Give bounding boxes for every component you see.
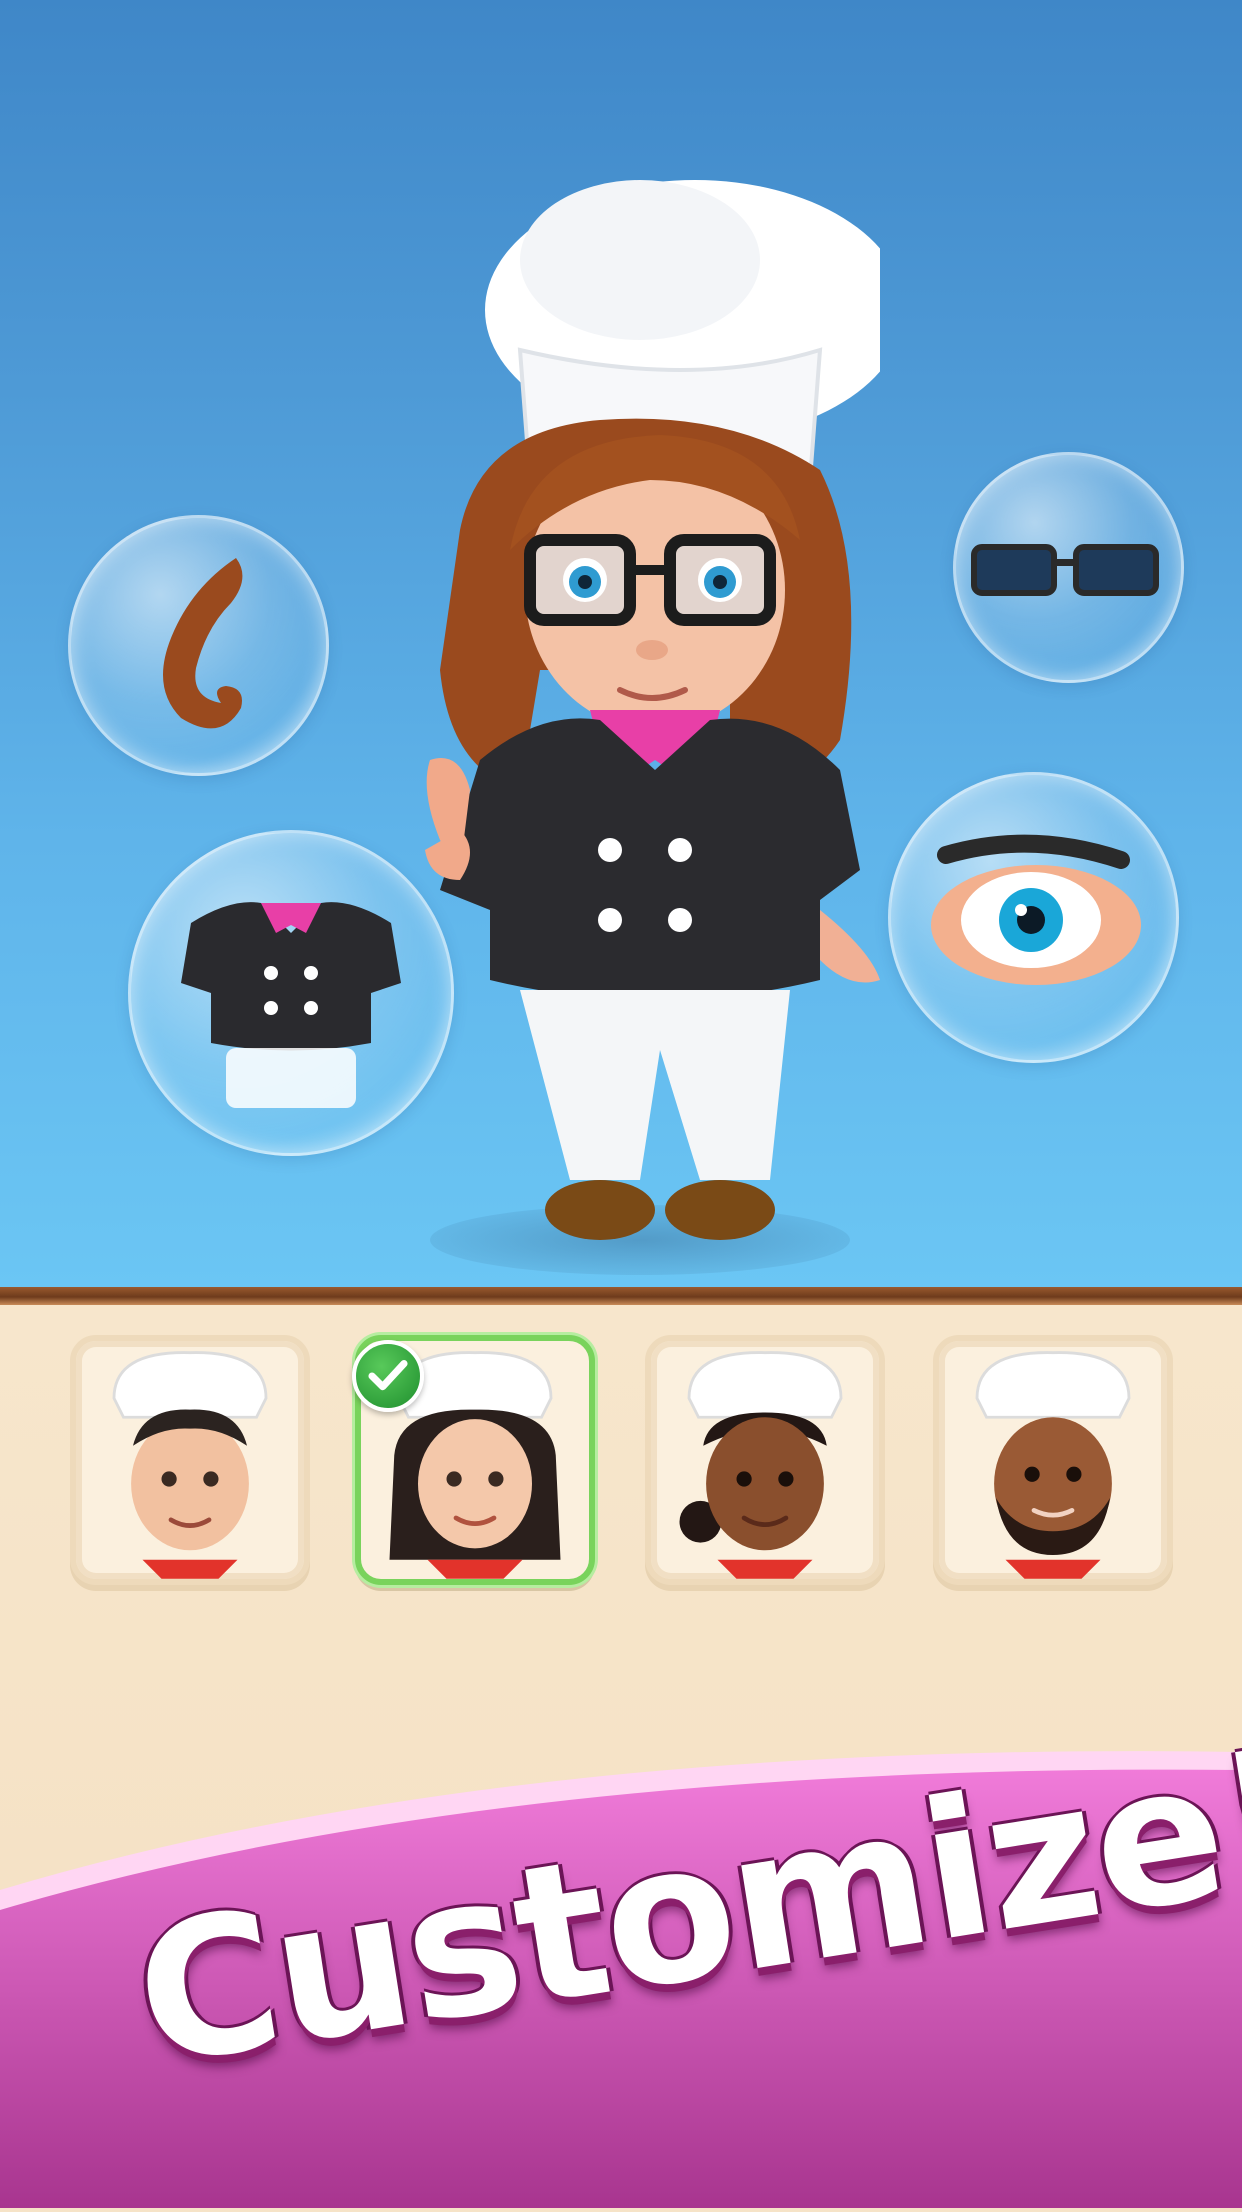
chef-avatar-icon: [112, 1351, 268, 1579]
chef-avatar-icon: [679, 1351, 843, 1579]
eyes-option-bubble[interactable]: [888, 772, 1179, 1063]
eye-icon: [931, 834, 1141, 985]
outfit-option-bubble[interactable]: [128, 830, 454, 1156]
chef-avatar-icon: [975, 1351, 1131, 1579]
glasses-option-bubble[interactable]: [953, 452, 1184, 683]
avatar-card-chef-man-2[interactable]: [933, 1335, 1173, 1585]
avatar-card-chef-woman-2[interactable]: [645, 1335, 885, 1585]
selected-check-badge: [352, 1340, 424, 1412]
hair-swirl-icon: [163, 558, 243, 729]
scene-divider: [0, 1287, 1242, 1305]
chef-jacket-icon: [181, 902, 401, 1108]
chef-character-preview[interactable]: [400, 150, 905, 1270]
avatar-selector: [0, 1335, 1242, 1595]
avatar-card-chef-man-1[interactable]: [70, 1335, 310, 1585]
checkmark-icon: [368, 1360, 408, 1391]
sunglasses-icon: [971, 544, 1159, 596]
hair-option-bubble[interactable]: [68, 515, 329, 776]
